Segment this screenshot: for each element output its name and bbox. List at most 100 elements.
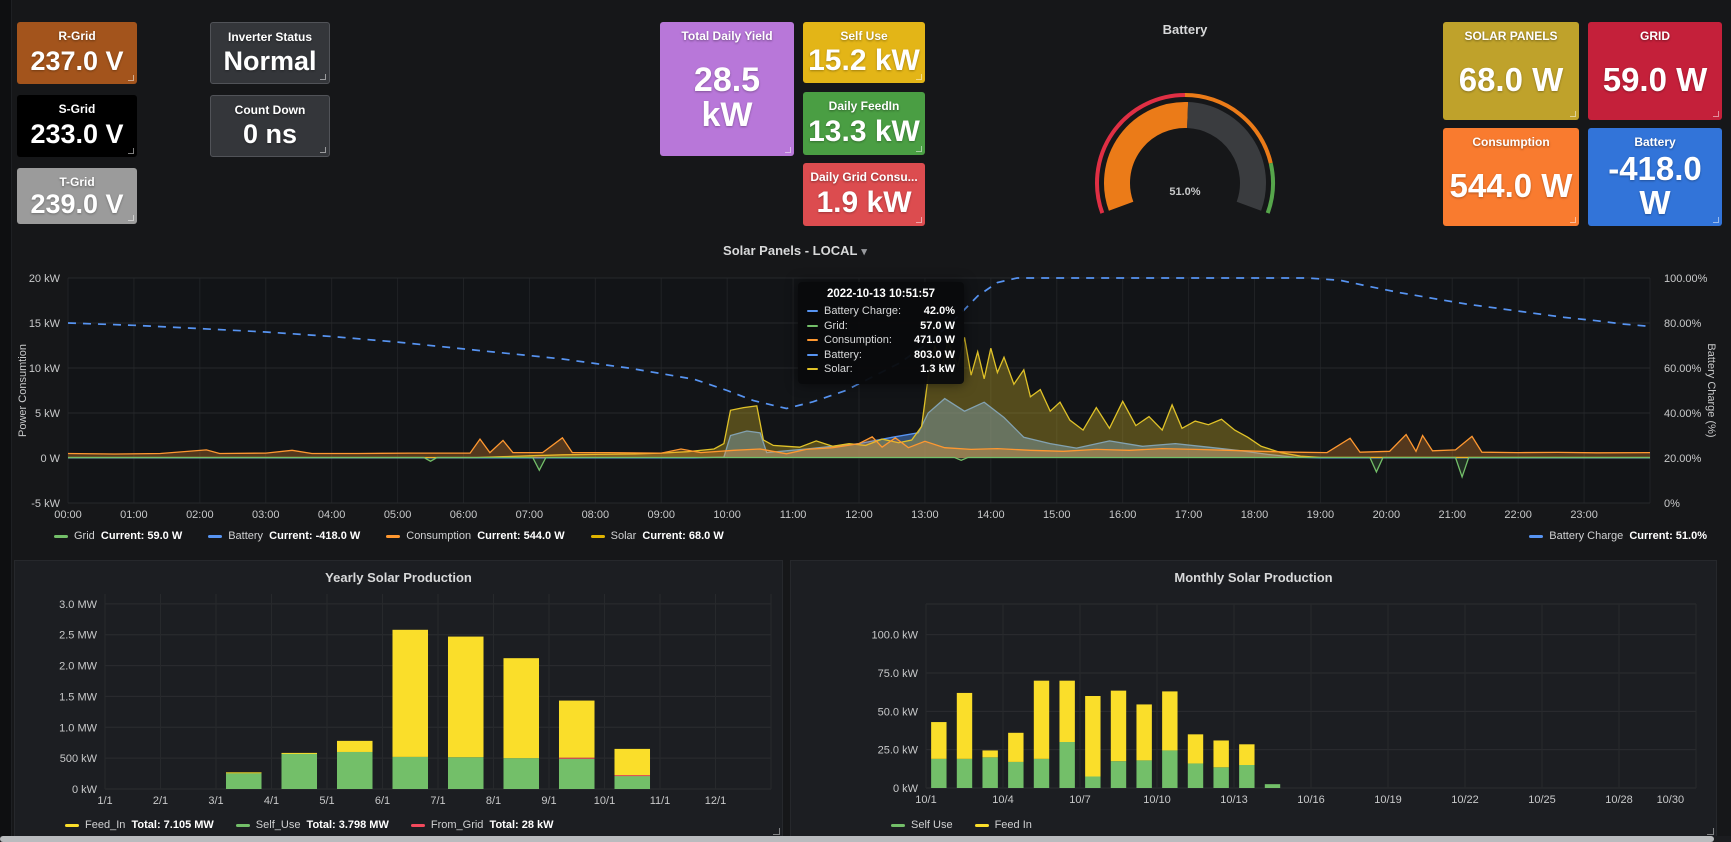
bar-segment[interactable] xyxy=(1008,762,1023,788)
bar-segment[interactable] xyxy=(1162,750,1177,788)
svg-text:100.0 kW: 100.0 kW xyxy=(872,630,919,642)
svg-text:01:00: 01:00 xyxy=(120,509,148,521)
bar-segment[interactable] xyxy=(1265,784,1280,788)
tooltip-row-4: Solar:1.3 kW xyxy=(807,362,955,377)
svg-text:1/1: 1/1 xyxy=(97,795,112,807)
svg-text:10/10: 10/10 xyxy=(1143,794,1171,806)
bar-segment[interactable] xyxy=(392,757,428,789)
legend-item-right-0[interactable]: Battery Charge Current: 51.0% xyxy=(1529,530,1707,542)
stat-title-grid[interactable]: GRID xyxy=(1588,29,1722,43)
legend-item-0[interactable]: Grid Current: 59.0 W xyxy=(54,530,182,542)
bar-segment[interactable] xyxy=(1213,767,1228,788)
horizontal-scrollbar[interactable] xyxy=(0,836,1731,842)
bar-segment[interactable] xyxy=(1008,733,1023,762)
stat-title-count-down[interactable]: Count Down xyxy=(211,103,329,117)
svg-text:14:00: 14:00 xyxy=(977,509,1005,521)
gauge-value: 51.0% xyxy=(1169,186,1200,198)
stat-title-s-grid[interactable]: S-Grid xyxy=(17,102,137,116)
bar-segment[interactable] xyxy=(1059,742,1074,788)
bar-segment[interactable] xyxy=(503,658,539,758)
yearly-legend-item-2[interactable]: From_Grid Total: 28 kW xyxy=(411,819,554,831)
tooltip-series-dash-icon xyxy=(807,325,818,327)
bar-segment[interactable] xyxy=(281,754,317,789)
stat-title-r-grid[interactable]: R-Grid xyxy=(17,29,137,43)
yearly-bar-chart[interactable]: 3.0 MW2.5 MW2.0 MW1.5 MW1.0 MW500 kW0 kW… xyxy=(15,561,782,811)
svg-text:08:00: 08:00 xyxy=(582,509,610,521)
bar-segment[interactable] xyxy=(982,757,997,788)
legend-item-1[interactable]: Battery Current: -418.0 W xyxy=(208,530,360,542)
yearly-legend-item-1[interactable]: Self_Use Total: 3.798 MW xyxy=(236,819,389,831)
scrollbar-thumb[interactable] xyxy=(0,836,1714,842)
stat-title-inverter-status[interactable]: Inverter Status xyxy=(211,30,329,44)
bar-segment[interactable] xyxy=(614,776,650,789)
stat-title-daily-grid-consumption[interactable]: Daily Grid Consu... xyxy=(803,170,925,184)
bar-segment[interactable] xyxy=(931,759,946,788)
bar-segment[interactable] xyxy=(503,758,539,789)
stat-title-battery[interactable]: Battery xyxy=(1588,135,1722,149)
bar-segment[interactable] xyxy=(957,693,972,759)
bar-segment[interactable] xyxy=(614,749,650,775)
bar-segment[interactable] xyxy=(1059,681,1074,742)
bar-segment[interactable] xyxy=(226,772,262,773)
bar-segment[interactable] xyxy=(1239,765,1254,788)
bar-segment[interactable] xyxy=(281,753,317,754)
bar-segment[interactable] xyxy=(559,759,595,789)
bar-segment[interactable] xyxy=(1085,777,1100,789)
bar-segment[interactable] xyxy=(226,773,262,789)
bar-segment[interactable] xyxy=(337,741,373,752)
bar-segment[interactable] xyxy=(957,759,972,788)
bar-segment[interactable] xyxy=(392,630,428,757)
bar-segment[interactable] xyxy=(1213,740,1228,767)
bar-segment[interactable] xyxy=(1111,691,1126,762)
tooltip-row-3: Battery:803.0 W xyxy=(807,348,955,363)
bar-segment[interactable] xyxy=(1239,744,1254,765)
bar-segment[interactable] xyxy=(559,758,595,759)
bar-segment[interactable] xyxy=(337,752,373,789)
svg-text:07:00: 07:00 xyxy=(516,509,544,521)
bar-segment[interactable] xyxy=(982,750,997,757)
stat-title-consumption[interactable]: Consumption xyxy=(1443,135,1579,149)
bar-segment[interactable] xyxy=(1188,734,1203,763)
svg-text:10 kW: 10 kW xyxy=(29,363,61,375)
bar-segment[interactable] xyxy=(448,637,484,758)
monthly-legend-item-0[interactable]: Self Use xyxy=(891,819,953,831)
stat-title-total-daily-yield[interactable]: Total Daily Yield xyxy=(660,29,794,43)
bar-segment[interactable] xyxy=(559,701,595,758)
bar-segment[interactable] xyxy=(931,722,946,759)
svg-text:20.00%: 20.00% xyxy=(1664,453,1702,465)
row-selector-solar-panels-local[interactable]: Solar Panels - LOCAL▾ xyxy=(660,243,930,258)
stat-panel-solar-panels: SOLAR PANELS 68.0 W xyxy=(1443,22,1579,120)
stat-value-total-daily-yield: 28.5 kW xyxy=(660,43,794,156)
stat-title-self-use[interactable]: Self Use xyxy=(803,29,925,43)
svg-text:10/1: 10/1 xyxy=(594,795,615,807)
svg-text:3/1: 3/1 xyxy=(208,795,223,807)
svg-text:12/1: 12/1 xyxy=(705,795,726,807)
gauge-title[interactable]: Battery xyxy=(1000,22,1370,37)
monthly-legend-item-1[interactable]: Feed In xyxy=(975,819,1032,831)
tooltip-series-dash-icon xyxy=(807,310,818,312)
legend-item-3[interactable]: Solar Current: 68.0 W xyxy=(591,530,724,542)
bar-segment[interactable] xyxy=(1085,696,1100,777)
bar-segment[interactable] xyxy=(1034,759,1049,788)
svg-text:10/4: 10/4 xyxy=(992,794,1013,806)
legend-item-2[interactable]: Consumption Current: 544.0 W xyxy=(386,530,564,542)
bar-segment[interactable] xyxy=(1136,760,1151,788)
stat-title-t-grid[interactable]: T-Grid xyxy=(17,175,137,189)
bar-segment[interactable] xyxy=(614,775,650,776)
stat-value-grid: 59.0 W xyxy=(1588,43,1722,120)
bar-segment[interactable] xyxy=(1136,704,1151,760)
bar-segment[interactable] xyxy=(448,757,484,789)
bar-segment[interactable] xyxy=(1034,681,1049,759)
bar-segment[interactable] xyxy=(1162,691,1177,750)
stat-value-solar-panels: 68.0 W xyxy=(1443,43,1579,120)
monthly-bar-chart[interactable]: 100.0 kW75.0 kW50.0 kW25.0 kW0 kW10/110/… xyxy=(791,561,1716,811)
bar-segment[interactable] xyxy=(1111,761,1126,788)
yearly-legend-item-0[interactable]: Feed_In Total: 7.105 MW xyxy=(65,819,214,831)
stat-title-solar-panels[interactable]: SOLAR PANELS xyxy=(1443,29,1579,43)
stat-title-daily-feedin[interactable]: Daily FeedIn xyxy=(803,99,925,113)
sidebar-edge xyxy=(0,0,12,842)
stat-value-t-grid: 239.0 V xyxy=(17,189,137,224)
chevron-down-icon: ▾ xyxy=(861,246,867,258)
bar-segment[interactable] xyxy=(1188,763,1203,788)
legend-dash-icon xyxy=(54,535,68,538)
